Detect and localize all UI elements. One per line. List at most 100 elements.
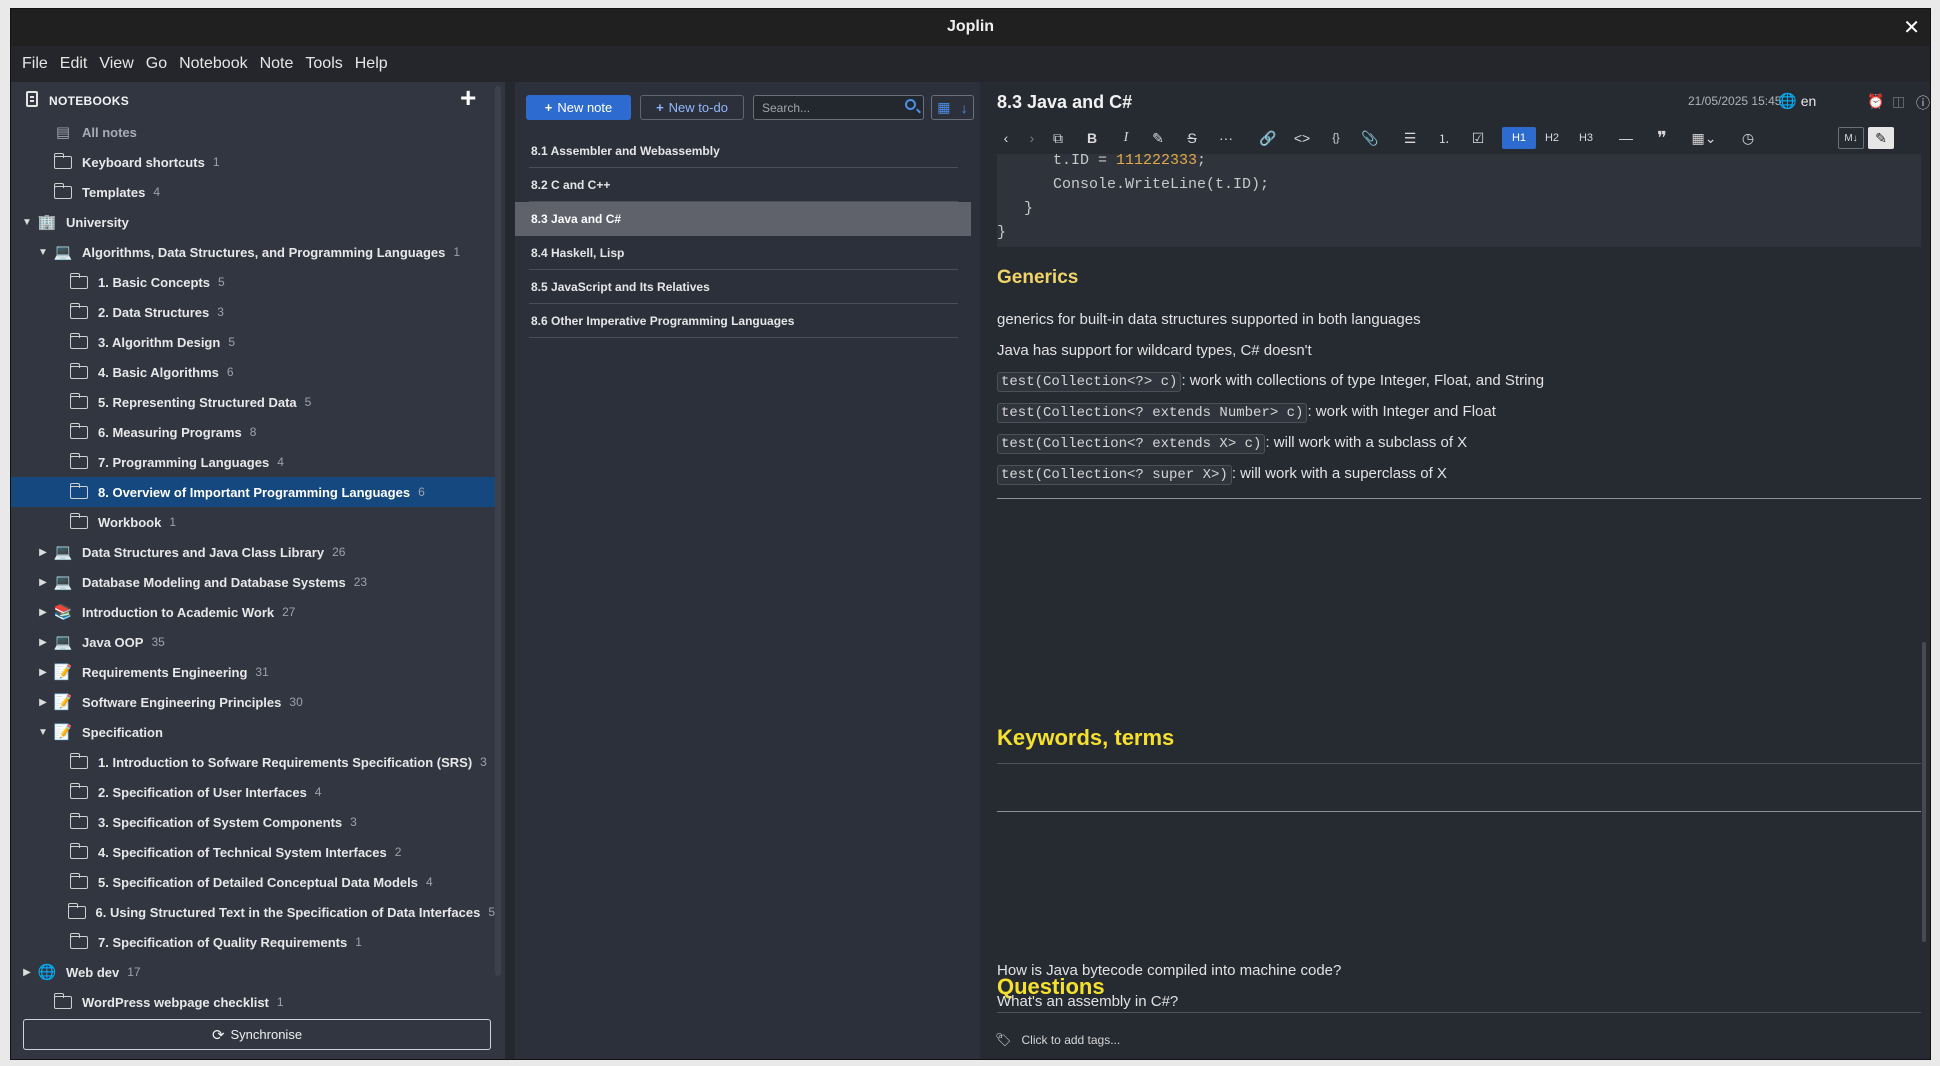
strikethrough-icon[interactable]: S	[1181, 127, 1203, 149]
forward-icon[interactable]: ›	[1021, 127, 1043, 149]
collapsed-arrow-icon[interactable]: ▶	[37, 637, 49, 648]
editor-scrollbar[interactable]	[1922, 642, 1926, 942]
menu-help[interactable]: Help	[349, 55, 394, 73]
alarm-icon[interactable]: ⏰	[1867, 93, 1884, 110]
notebook-item[interactable]: ▼ 📝 Specification	[11, 717, 495, 747]
collapsed-arrow-icon[interactable]: ▶	[21, 967, 33, 978]
menu-view[interactable]: View	[93, 55, 139, 73]
info-icon[interactable]: ⓘ	[1916, 93, 1930, 113]
highlight-icon[interactable]: ✎	[1147, 127, 1169, 149]
heading2-button[interactable]: H2	[1541, 127, 1563, 149]
layout-icon[interactable]: ◫	[1892, 93, 1905, 110]
expanded-arrow-icon[interactable]: ▼	[21, 217, 33, 228]
notebook-item[interactable]: ▶ 📚 Introduction to Academic Work 27	[11, 597, 495, 627]
new-note-button[interactable]: + New note	[526, 95, 631, 120]
notebook-item[interactable]: ▶ 📝 Requirements Engineering 31	[11, 657, 495, 687]
table-icon[interactable]: ▦⌄	[1687, 127, 1721, 149]
notebook-item[interactable]: 2. Specification of User Interfaces 4	[11, 777, 495, 807]
notebook-item[interactable]: 3. Specification of System Components 3	[11, 807, 495, 837]
code-block-icon[interactable]: {}	[1325, 127, 1347, 149]
notebook-item[interactable]: 4. Basic Algorithms 6	[11, 357, 495, 387]
notebook-item[interactable]: 7. Specification of Quality Requirements…	[11, 927, 495, 957]
notebook-item[interactable]: 5. Representing Structured Data 5	[11, 387, 495, 417]
synchronise-button[interactable]: ⟳ Synchronise	[23, 1019, 491, 1050]
bulleted-list-icon[interactable]: ☰	[1399, 127, 1421, 149]
italic-icon[interactable]: I	[1115, 127, 1137, 149]
sidebar-scrollbar[interactable]	[495, 86, 501, 976]
more-icon[interactable]: ···	[1215, 127, 1237, 149]
note-list-item[interactable]: 8.5 JavaScript and Its Relatives	[515, 270, 980, 304]
notebook-item[interactable]: ▤ All notes	[11, 117, 495, 147]
new-todo-button[interactable]: + New to-do	[640, 95, 744, 120]
add-notebook-button[interactable]: +	[460, 83, 476, 113]
note-count: 31	[255, 665, 269, 679]
expanded-arrow-icon[interactable]: ▼	[37, 727, 49, 738]
collapsed-arrow-icon[interactable]: ▶	[37, 577, 49, 588]
notebook-item[interactable]: WordPress webpage checklist 1	[11, 987, 495, 1017]
notebook-item[interactable]: ▼ 🏢 University	[11, 207, 495, 237]
notebook-item[interactable]: 3. Algorithm Design 5	[11, 327, 495, 357]
menu-tools[interactable]: Tools	[299, 55, 348, 73]
checkbox-list-icon[interactable]: ☑	[1467, 127, 1489, 149]
rich-text-toggle-icon[interactable]: ✎	[1868, 127, 1894, 149]
note-list-item[interactable]: 8.4 Haskell, Lisp	[515, 236, 980, 270]
menu-file[interactable]: File	[16, 55, 54, 73]
notebook-item[interactable]: ▶ 💻 Java OOP 35	[11, 627, 495, 657]
note-list-item[interactable]: 8.1 Assembler and Webassembly	[515, 134, 980, 168]
notebook-item[interactable]: ▶ 📝 Software Engineering Principles 30	[11, 687, 495, 717]
notebook-item[interactable]: ▶ 💻 Database Modeling and Database Systems…	[11, 567, 495, 597]
language-selector[interactable]: 🌐 en	[1778, 92, 1816, 110]
notebook-item[interactable]: 6. Using Structured Text in the Specific…	[11, 897, 495, 927]
close-window-button[interactable]: ✕	[1903, 15, 1920, 40]
collapsed-arrow-icon[interactable]: ▶	[37, 697, 49, 708]
folder-icon	[69, 362, 89, 380]
menu-note[interactable]: Note	[254, 55, 300, 73]
notebook-item[interactable]: 1. Basic Concepts 5	[11, 267, 495, 297]
notebook-item[interactable]: ▼ 💻 Algorithms, Data Structures, and Progr…	[11, 237, 495, 267]
link-icon[interactable]: 🔗	[1257, 127, 1279, 149]
attach-file-icon[interactable]: 📎	[1359, 127, 1381, 149]
collapsed-arrow-icon[interactable]: ▶	[37, 607, 49, 618]
external-edit-icon[interactable]: ⧉	[1047, 127, 1069, 149]
menu-go[interactable]: Go	[140, 55, 173, 73]
note-title[interactable]: 8.3 Java and C#	[997, 92, 1132, 113]
code-block: t.ID = 111222333; Console.WriteLine(t.ID…	[997, 154, 1921, 247]
editor-content[interactable]: t.ID = 111222333; Console.WriteLine(t.ID…	[980, 154, 1921, 1029]
bold-icon[interactable]: B	[1081, 127, 1103, 149]
note-list-item[interactable]: 8.2 C and C++	[515, 168, 980, 202]
notebook-item[interactable]: 8. Overview of Important Programming Lan…	[11, 477, 495, 507]
add-tags-button[interactable]: 🏷 Click to add tags...	[995, 1032, 1120, 1048]
search-icon[interactable]	[905, 99, 916, 110]
collapsed-arrow-icon[interactable]: ▶	[37, 667, 49, 678]
inline-code-icon[interactable]: <>	[1291, 127, 1313, 149]
heading3-button[interactable]: H3	[1575, 127, 1597, 149]
search-input[interactable]	[753, 95, 924, 120]
insert-time-icon[interactable]: ◷	[1737, 127, 1759, 149]
notebook-item[interactable]: 7. Programming Languages 4	[11, 447, 495, 477]
sidebar-splitter[interactable]	[505, 82, 515, 1059]
notebook-item[interactable]: 4. Specification of Technical System Int…	[11, 837, 495, 867]
blockquote-icon[interactable]: ❞	[1651, 127, 1673, 149]
markdown-toggle-icon[interactable]: M↓	[1838, 127, 1864, 149]
notebook-item[interactable]: 5. Specification of Detailed Conceptual …	[11, 867, 495, 897]
notebook-item[interactable]: ▶ 🌐 Web dev 17	[11, 957, 495, 987]
back-icon[interactable]: ‹	[995, 127, 1017, 149]
notebook-item[interactable]: Keyboard shortcuts 1	[11, 147, 495, 177]
horizontal-rule-icon[interactable]: —	[1615, 127, 1637, 149]
notebook-item[interactable]: 2. Data Structures 3	[11, 297, 495, 327]
notebook-label: 8. Overview of Important Programming Lan…	[98, 484, 411, 500]
note-list-item[interactable]: 8.6 Other Imperative Programming Languag…	[515, 304, 980, 338]
notebook-item[interactable]: Workbook 1	[11, 507, 495, 537]
heading1-button[interactable]: H1	[1502, 127, 1536, 149]
notebook-item[interactable]: Templates 4	[11, 177, 495, 207]
notebook-item[interactable]: 1. Introduction to Sofware Requirements …	[11, 747, 495, 777]
collapsed-arrow-icon[interactable]: ▶	[37, 547, 49, 558]
menu-notebook[interactable]: Notebook	[173, 55, 254, 73]
numbered-list-icon[interactable]: ⒈	[1433, 127, 1455, 149]
menu-edit[interactable]: Edit	[54, 55, 94, 73]
note-list-item[interactable]: 8.3 Java and C#	[515, 202, 971, 236]
notebook-item[interactable]: 6. Measuring Programs 8	[11, 417, 495, 447]
sort-button[interactable]: ▦ ↓	[931, 95, 974, 120]
expanded-arrow-icon[interactable]: ▼	[37, 247, 49, 258]
notebook-item[interactable]: ▶ 💻 Data Structures and Java Class Library…	[11, 537, 495, 567]
